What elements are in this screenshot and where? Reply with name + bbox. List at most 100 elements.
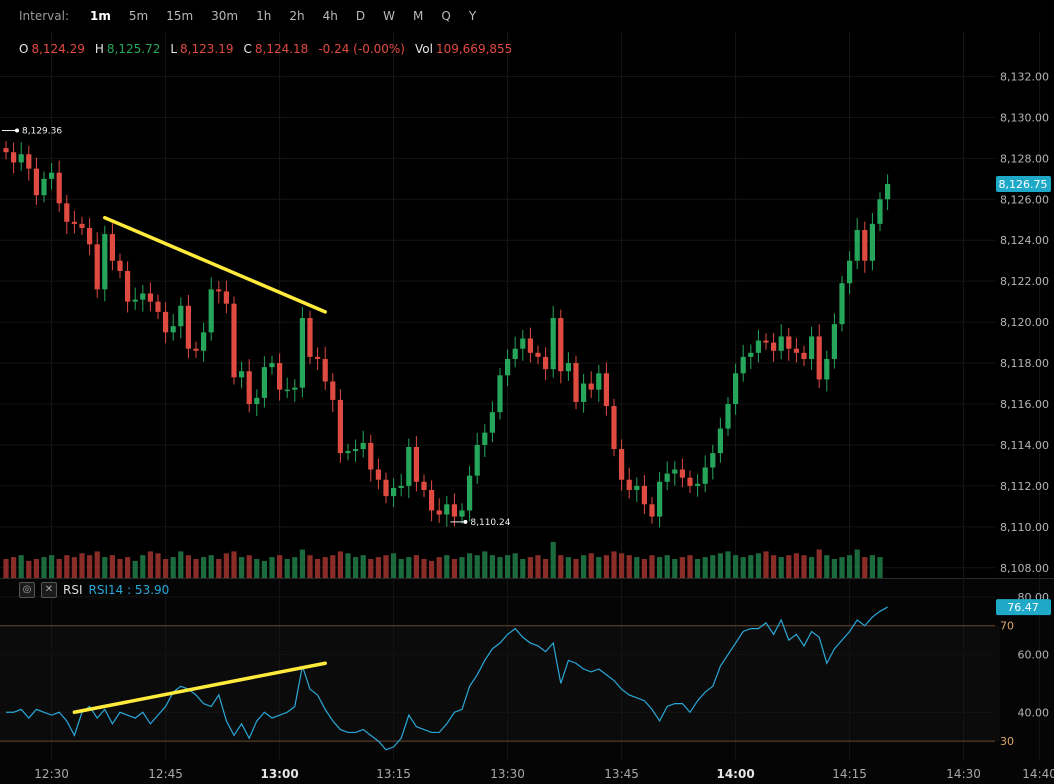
- candle-body: [109, 234, 115, 261]
- rsi-tick-label: 60.00: [1018, 649, 1050, 662]
- low-value: 8,123.19: [180, 42, 234, 56]
- volume-bar: [444, 555, 450, 578]
- volume-bar: [41, 557, 47, 578]
- interval-d[interactable]: D: [347, 9, 374, 23]
- candle-body: [748, 352, 754, 357]
- rsi-name: RSI: [63, 583, 83, 597]
- volume-bar: [284, 559, 290, 578]
- volume-bar: [847, 555, 853, 578]
- volume-bar: [421, 559, 427, 578]
- candle-body: [467, 475, 473, 511]
- candle-body: [163, 311, 169, 333]
- interval-1m[interactable]: 1m: [81, 9, 120, 23]
- volume-bar: [360, 555, 366, 578]
- volume-bar: [132, 560, 138, 578]
- volume-bar: [717, 553, 723, 578]
- y-tick-label: 8,128.00: [1000, 152, 1049, 165]
- candle-body: [421, 481, 427, 490]
- volume-bar: [299, 549, 305, 578]
- volume-bar: [391, 553, 397, 578]
- volume-bar: [330, 555, 336, 578]
- volume-bar: [786, 555, 792, 578]
- interval-y[interactable]: Y: [460, 9, 485, 23]
- candle-body: [239, 371, 245, 378]
- volume-bar: [839, 557, 845, 578]
- candle-body: [695, 483, 701, 486]
- volume-bar: [596, 557, 602, 578]
- interval-15m[interactable]: 15m: [157, 9, 202, 23]
- volume-bar: [687, 555, 693, 578]
- candle-body: [869, 223, 875, 261]
- volume-bar: [877, 557, 883, 578]
- candle-body: [147, 293, 153, 302]
- volume-bar: [49, 555, 55, 578]
- candle-body: [307, 318, 313, 357]
- candle-body: [315, 356, 321, 359]
- volume-bar: [550, 541, 556, 578]
- interval-4h[interactable]: 4h: [314, 9, 347, 23]
- annotation-dot: [463, 519, 468, 524]
- volume-bar: [763, 551, 769, 578]
- candle-body: [391, 487, 397, 497]
- interval-q[interactable]: Q: [432, 9, 459, 23]
- volume-bar: [216, 559, 222, 578]
- volume-bar: [581, 555, 587, 578]
- interval-w[interactable]: W: [374, 9, 404, 23]
- volume-bar: [778, 557, 784, 578]
- candle-body: [49, 172, 55, 179]
- candle-body: [185, 305, 191, 349]
- candle-body: [201, 332, 207, 351]
- volume-bar: [337, 551, 343, 578]
- x-tick-label: 13:15: [376, 767, 411, 781]
- candle-body: [337, 399, 343, 454]
- candle-body: [824, 358, 830, 380]
- volume-bar: [467, 553, 473, 578]
- close-icon[interactable]: ✕: [41, 582, 57, 598]
- volume-bar: [573, 559, 579, 578]
- candle-body: [710, 453, 716, 468]
- volume-bar: [451, 559, 457, 578]
- candle-body: [634, 485, 640, 490]
- interval-m[interactable]: M: [404, 9, 432, 23]
- volume-bar: [375, 557, 381, 578]
- candle-body: [588, 383, 594, 390]
- candle-body: [725, 404, 731, 429]
- volume-bar: [269, 557, 275, 578]
- interval-2h[interactable]: 2h: [280, 9, 313, 23]
- volume-bar: [793, 553, 799, 578]
- y-tick-label: 8,130.00: [1000, 111, 1049, 124]
- volume-bar: [170, 557, 176, 578]
- volume-bar: [558, 555, 564, 578]
- candle-body: [383, 479, 389, 497]
- chart-canvas[interactable]: 12:30 12:45 13:00 13:15 13:30 13:45 14:00 14:15…: [0, 0, 1054, 784]
- candle-body: [18, 154, 24, 163]
- volume-label: Vol: [415, 42, 433, 56]
- volume-bar: [474, 555, 480, 578]
- volume-bar: [163, 559, 169, 578]
- volume-bar: [223, 553, 229, 578]
- candle-body: [489, 412, 495, 433]
- candle-body: [254, 397, 260, 404]
- candle-body: [102, 234, 108, 290]
- volume-bar: [429, 560, 435, 578]
- candle-body: [277, 363, 283, 390]
- volume-bar: [261, 560, 267, 578]
- interval-30m[interactable]: 30m: [202, 9, 247, 23]
- candle-body: [398, 485, 404, 488]
- y-tick-label: 8,116.00: [1000, 398, 1049, 411]
- rsi-tick-label: 70: [1000, 620, 1014, 633]
- candle-body: [436, 510, 442, 515]
- volume-bar: [565, 557, 571, 578]
- candle-body: [345, 451, 351, 454]
- volume-bar: [603, 555, 609, 578]
- volume-bar: [26, 560, 32, 578]
- volume-bar: [436, 557, 442, 578]
- candle-body: [672, 469, 678, 474]
- candle-body: [353, 449, 359, 452]
- candle-body: [565, 363, 571, 372]
- settings-icon[interactable]: ◎: [19, 582, 35, 598]
- volume-bar: [109, 555, 115, 578]
- interval-5m[interactable]: 5m: [120, 9, 157, 23]
- interval-1h[interactable]: 1h: [247, 9, 280, 23]
- volume-bar: [482, 551, 488, 578]
